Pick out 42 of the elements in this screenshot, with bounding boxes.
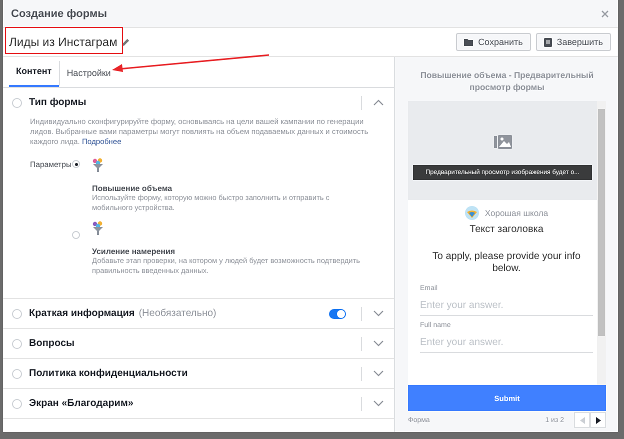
school-logo-icon [464,206,479,220]
option-title: Повышение объема [92,184,174,193]
right-triangle-icon [596,416,600,424]
left-triangle-icon [580,416,584,424]
radio-button[interactable] [72,160,80,168]
chevron-down-icon[interactable] [373,400,384,407]
chevron-down-icon[interactable] [373,340,384,347]
section-title[interactable]: Экран «Благодарим» [29,398,134,409]
window-title: Создание формы [11,8,107,20]
chevron-down-icon[interactable] [373,310,384,317]
save-button[interactable]: Сохранить [456,33,531,51]
funnel-icon [92,221,104,236]
image-icon [494,134,512,150]
toggle-switch[interactable] [329,308,346,318]
close-icon[interactable] [601,10,609,18]
tab[interactable]: Контент [9,57,59,87]
form-name: Лиды из Инстаграм [9,35,118,49]
funnel-icon [92,158,104,173]
section-title[interactable]: Вопросы [29,338,75,349]
document-icon [544,38,552,46]
preview-title: Повышение объема - Предварительный просмотр формы [419,69,595,93]
finish-button[interactable]: Завершить [536,33,611,51]
chevron-up-icon[interactable] [373,99,384,106]
radio-circle[interactable] [12,338,22,348]
pencil-icon[interactable] [121,38,130,46]
section-title[interactable]: Политика конфиденциальности [29,368,188,379]
radio-circle[interactable] [12,368,22,378]
section-title[interactable]: Краткая информация [29,308,135,319]
section-title[interactable]: Тип формы [29,97,86,108]
radio-circle[interactable] [12,398,22,408]
folder-icon [464,38,474,46]
option-title: Усиление намерения [92,247,176,256]
scrollbar[interactable] [597,101,606,385]
chevron-down-icon[interactable] [373,370,384,377]
brand-name: Хорошая школа [484,208,548,218]
next-button[interactable] [590,412,606,428]
radio-circle[interactable] [12,98,22,108]
intro-text: To apply, please provide your info below. [431,251,582,275]
radio-button[interactable] [72,231,80,239]
radio-circle[interactable] [12,308,22,318]
form-heading: Текст заголовка [468,224,544,235]
section-note: (Необязательно) [138,308,216,319]
